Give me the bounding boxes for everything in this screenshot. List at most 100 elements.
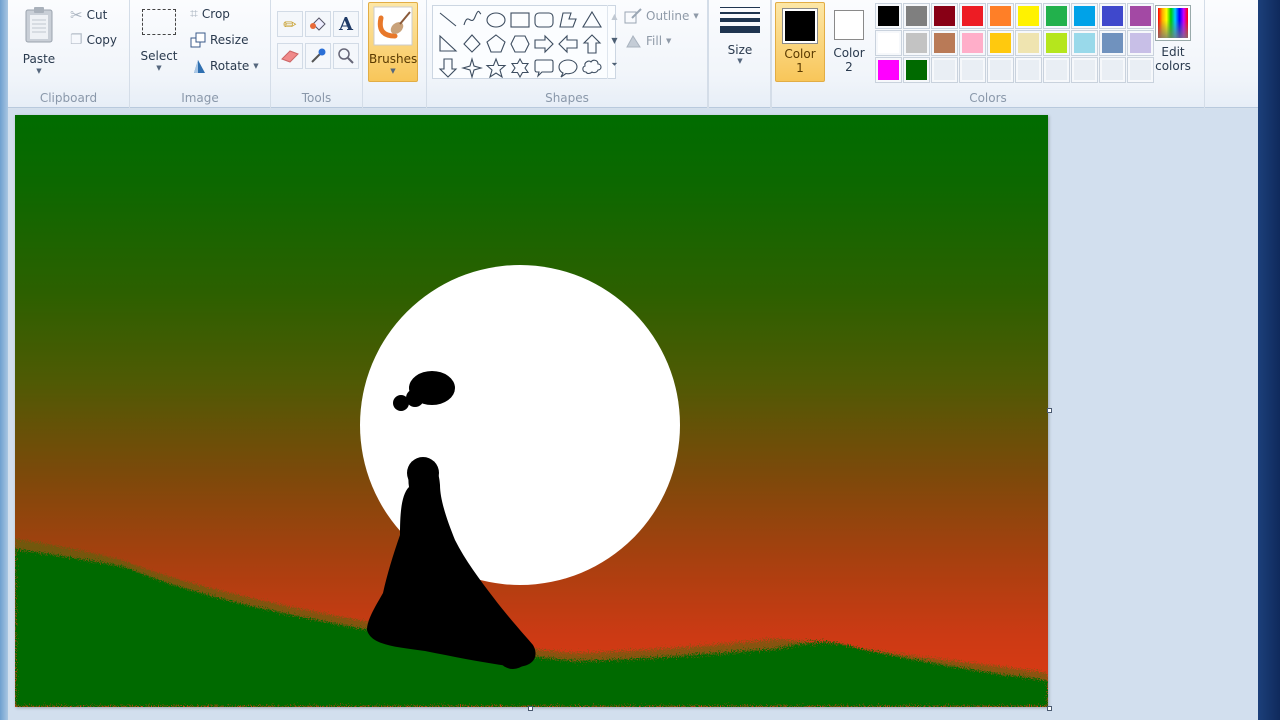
text-tool[interactable]: A	[333, 11, 359, 37]
shape-right-triangle[interactable]	[436, 32, 460, 55]
copy-icon: ❐	[70, 32, 83, 48]
resize-handle-bottom[interactable]	[528, 706, 533, 711]
shape-four-point-star[interactable]	[460, 56, 484, 79]
outline-button[interactable]: Outline ▼	[624, 8, 699, 24]
fill-icon	[626, 35, 641, 48]
shape-oval-callout[interactable]	[556, 56, 580, 79]
cut-button[interactable]: ✂ Cut	[70, 6, 107, 24]
shape-rounded-rectangle[interactable]	[532, 8, 556, 31]
rounded-rectangle-icon	[534, 11, 554, 28]
gallery-scroll-up[interactable]: ▲	[608, 5, 621, 29]
color-picker-tool[interactable]	[305, 43, 331, 69]
rotate-icon	[194, 60, 205, 73]
outline-label: Outline	[646, 9, 690, 23]
resize-button[interactable]: Resize	[190, 32, 248, 48]
shape-cloud-callout[interactable]	[580, 56, 604, 79]
brushes-dropdown-caret[interactable]: ▼	[369, 67, 417, 75]
select-label: Select	[140, 49, 178, 63]
shape-down-arrow[interactable]	[436, 56, 460, 79]
copy-button[interactable]: ❐ Copy	[70, 32, 117, 48]
shape-left-arrow[interactable]	[556, 32, 580, 55]
rotate-button[interactable]: Rotate ▼	[190, 58, 259, 74]
ribbon: Paste ▼ ✂ Cut ❐ Copy Clipboard Select ▼ …	[8, 0, 1258, 108]
shape-six-point-star[interactable]	[508, 56, 532, 79]
fill-button[interactable]: Fill ▼	[624, 33, 671, 49]
fill-tool[interactable]	[305, 11, 331, 37]
clipboard-group-label: Clipboard	[39, 91, 98, 105]
shape-pentagon[interactable]	[484, 32, 508, 55]
select-button[interactable]: Select ▼	[138, 6, 180, 72]
six-point-star-icon	[510, 57, 530, 78]
up-arrow-icon	[582, 33, 602, 54]
shape-up-arrow[interactable]	[580, 32, 604, 55]
brush-icon	[373, 6, 413, 46]
shape-hexagon[interactable]	[508, 32, 532, 55]
shape-oval[interactable]	[484, 8, 508, 31]
crop-icon: ⌗	[190, 6, 198, 22]
resize-handle-right[interactable]	[1047, 408, 1052, 413]
magnifier-tool[interactable]	[333, 43, 359, 69]
eraser-tool[interactable]	[277, 43, 303, 69]
rotate-label: Rotate	[210, 59, 250, 73]
paste-button[interactable]: Paste ▼	[18, 4, 60, 75]
shape-line[interactable]	[436, 8, 460, 31]
eraser-icon	[281, 50, 299, 63]
shape-right-arrow[interactable]	[532, 32, 556, 55]
shape-polygon[interactable]	[556, 8, 580, 31]
four-point-star-icon	[461, 56, 483, 79]
brushes-button[interactable]: Brushes ▼	[368, 2, 418, 82]
drawing-canvas[interactable]	[15, 115, 1048, 707]
rounded-callout-icon	[534, 58, 554, 78]
polygon-icon	[559, 11, 577, 28]
right-triangle-icon	[439, 34, 458, 52]
left-arrow-icon	[558, 34, 578, 53]
cloud-callout-icon	[582, 59, 602, 74]
shape-triangle[interactable]	[580, 8, 604, 31]
cut-label: Cut	[86, 8, 108, 22]
colors-group-label: Colors	[969, 91, 1007, 105]
window-border-right	[1258, 0, 1280, 720]
image-group: Select ▼ ⌗ Crop Resize Rotate ▼ Image	[130, 0, 271, 108]
resize-label: Resize	[210, 33, 249, 47]
image-group-label: Image	[181, 91, 219, 105]
shapes-gallery	[432, 5, 616, 79]
curve-icon	[463, 10, 482, 25]
shape-rounded-callout[interactable]	[532, 56, 556, 79]
triangle-icon	[582, 10, 602, 28]
crop-button[interactable]: ⌗ Crop	[190, 6, 230, 22]
crop-label: Crop	[201, 7, 230, 21]
fill-dropdown-caret[interactable]: ▼	[666, 37, 671, 45]
diamond-icon	[463, 33, 481, 53]
hexagon-icon	[510, 34, 530, 53]
resize-handle-corner[interactable]	[1047, 706, 1052, 711]
shape-diamond[interactable]	[460, 32, 484, 55]
shape-five-point-star[interactable]	[484, 56, 508, 79]
text-icon: A	[339, 13, 353, 35]
tools-group: ✏ A Tools	[271, 0, 363, 108]
copy-label: Copy	[86, 33, 118, 47]
shape-rectangle[interactable]	[508, 8, 532, 31]
gallery-expand[interactable]: ⏷	[608, 53, 621, 77]
brushes-label: Brushes	[369, 52, 418, 66]
clipboard-icon	[25, 7, 53, 43]
five-point-star-icon	[485, 56, 507, 78]
select-dropdown-caret[interactable]: ▼	[138, 64, 180, 72]
right-arrow-icon	[534, 34, 554, 53]
outline-icon	[624, 8, 642, 24]
select-rectangle-icon	[142, 9, 176, 35]
scissors-icon: ✂	[70, 6, 83, 24]
gallery-scroll-down[interactable]: ▼	[608, 29, 621, 53]
paste-label: Paste	[22, 52, 56, 66]
down-arrow-icon	[438, 57, 458, 78]
rotate-dropdown-caret[interactable]: ▼	[253, 62, 258, 70]
pencil-tool[interactable]: ✏	[277, 11, 303, 37]
oval-callout-icon	[558, 58, 578, 77]
paste-dropdown-caret[interactable]: ▼	[18, 67, 60, 75]
pencil-icon: ✏	[283, 14, 297, 34]
line-icon	[439, 12, 457, 26]
size-group	[708, 0, 771, 108]
shapes-gallery-scroll: ▲ ▼ ⏷	[607, 5, 621, 79]
outline-dropdown-caret[interactable]: ▼	[693, 12, 698, 20]
shape-curve[interactable]	[460, 8, 484, 31]
paint-bucket-icon	[310, 17, 326, 31]
